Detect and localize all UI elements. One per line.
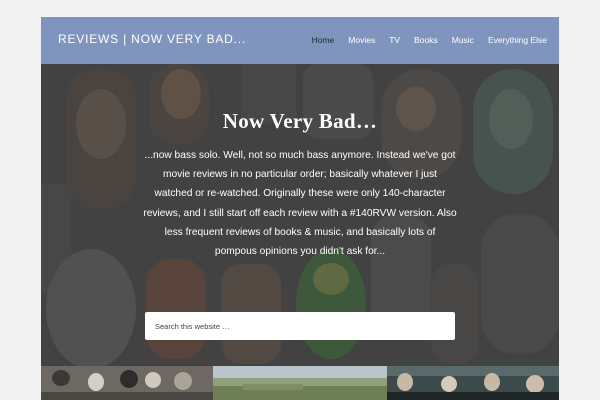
featured-post-image — [213, 366, 387, 400]
nav-item-everything-else[interactable]: Everything Else — [488, 35, 547, 45]
site-title-link[interactable]: REVIEWS | NOW VERY BAD... — [58, 32, 246, 46]
hero-title: Now Very Bad… — [222, 109, 378, 133]
primary-nav: Home Movies TV Books Music Everything El… — [298, 35, 547, 45]
site-container: REVIEWS | NOW VERY BAD... Home Movies TV… — [41, 17, 559, 400]
featured-post-thumbnail[interactable] — [213, 366, 387, 400]
featured-post-image — [387, 366, 559, 400]
featured-post-image — [41, 366, 213, 400]
site-header: REVIEWS | NOW VERY BAD... Home Movies TV… — [41, 17, 559, 64]
nav-item-home[interactable]: Home — [312, 35, 335, 45]
hero-description: ...now bass solo. Well, not so much bass… — [143, 150, 457, 258]
hero-section: Now Very Bad… ...now bass solo. Well, no… — [41, 64, 559, 366]
nav-item-movies[interactable]: Movies — [348, 35, 375, 45]
search-input[interactable] — [145, 312, 455, 340]
featured-post-thumbnail[interactable] — [387, 366, 559, 400]
featured-posts-strip — [41, 366, 559, 400]
nav-item-books[interactable]: Books — [414, 35, 438, 45]
nav-item-tv[interactable]: TV — [389, 35, 400, 45]
featured-post-thumbnail[interactable] — [41, 366, 213, 400]
nav-item-music[interactable]: Music — [452, 35, 474, 45]
